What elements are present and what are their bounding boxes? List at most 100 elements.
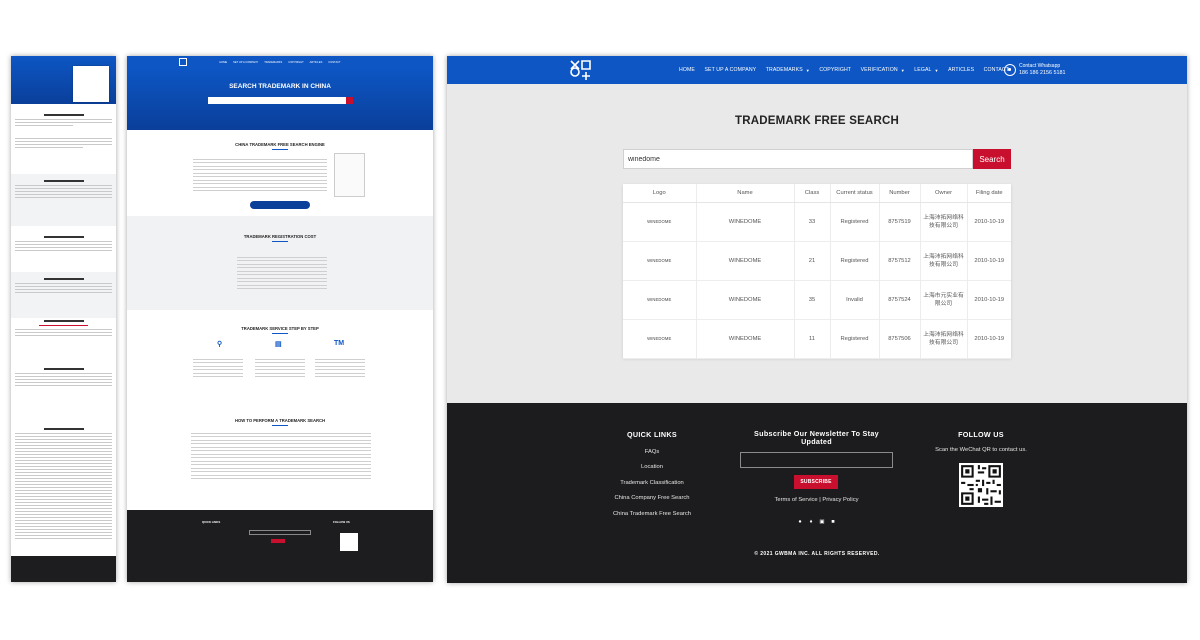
mid-nav-item[interactable]: SET UP A COMPANY [233, 61, 258, 64]
footer-link-location[interactable]: Location [582, 464, 722, 470]
mobile-section [15, 320, 112, 338]
table-row[interactable]: WINEDOME WINEDOME 11 Registered 8757506 … [623, 319, 1011, 359]
trademark-owner: 上海沛拓网络科技有限公司 [920, 319, 968, 359]
mid-section-title: TRADEMARK SERVICE STEP BY STEP [241, 326, 319, 331]
trademark-status: Registered [830, 319, 880, 359]
instagram-icon[interactable]: ▣ [819, 519, 825, 525]
chevron-down-icon: ▼ [805, 67, 810, 73]
mobile-footer [11, 556, 116, 582]
collage: HOME SET UP A COMPANY TRADEMARKS COPYRIG… [0, 0, 1200, 640]
trademark-date: 2010-10-19 [967, 280, 1011, 320]
mobile-section [15, 136, 112, 150]
nav-home[interactable]: HOME [679, 67, 695, 73]
copyright-text: © 2021 GWBMA INC. ALL RIGHTS RESERVED. [754, 551, 880, 557]
table-row[interactable]: WINEDOME WINEDOME 35 Invalid 8757524 上海市… [623, 280, 1011, 320]
twitter-icon[interactable]: ♦ [808, 519, 814, 525]
terms-link[interactable]: Terms of Service [774, 497, 817, 503]
trademark-logo: WINEDOME [623, 319, 697, 359]
trademark-owner: 上海沛拓网络科技有限公司 [920, 241, 968, 281]
search-input[interactable] [623, 149, 973, 169]
table-row[interactable]: WINEDOME WINEDOME 21 Registered 8757512 … [623, 241, 1011, 281]
mid-nav-item[interactable]: ARTICLES [310, 61, 323, 64]
nav-label: SET UP A COMPANY [704, 67, 757, 73]
nav-legal[interactable]: LEGAL ▼ [914, 67, 938, 73]
mobile-section [15, 428, 112, 541]
footer-link-company-search[interactable]: China Company Free Search [582, 495, 722, 501]
trademark-status: Invalid [830, 280, 880, 320]
mobile-section [15, 180, 112, 200]
mobile-section [15, 114, 112, 128]
mid-subscribe-button[interactable] [271, 539, 285, 543]
col-number: Number [879, 184, 921, 203]
link-separator: | [819, 497, 821, 503]
mid-search-bar[interactable] [207, 97, 353, 104]
mobile-section [15, 368, 112, 388]
col-filing-date: Filing date [967, 184, 1011, 203]
footer-link-trademark-classification[interactable]: Trademark Classification [582, 480, 722, 486]
mid-nav-item[interactable]: COPYRIGHT [288, 61, 303, 64]
nav-copyright[interactable]: COPYRIGHT [819, 67, 851, 73]
nav-label: VERIFICATION [860, 67, 898, 73]
footer-link-trademark-search[interactable]: China Trademark Free Search [582, 511, 722, 517]
col-owner: Owner [920, 184, 968, 203]
follow-us-heading: FOLLOW US [958, 430, 1004, 439]
whatsapp-contact[interactable]: Contact Whatsapp 186 186 2156 5181 [1004, 63, 1065, 76]
trademark-logo: WINEDOME [623, 280, 697, 320]
col-class: Class [794, 184, 831, 203]
mid-section-steps: TRADEMARK SERVICE STEP BY STEP ⚲ ▤ TM [127, 326, 433, 377]
mid-footer: QUICK LINKS FOLLOW US [127, 510, 433, 582]
magnifier-icon: ⚲ [217, 341, 223, 348]
wechat-qr-code-icon [959, 463, 1003, 507]
nav-verification[interactable]: VERIFICATION ▼ [861, 67, 905, 73]
linkedin-icon[interactable]: ■ [830, 519, 836, 525]
col-logo: Logo [623, 184, 697, 203]
document-icon: ▤ [275, 341, 282, 348]
trademark-logo: WINEDOME [623, 202, 697, 242]
col-status: Current status [830, 184, 880, 203]
nav-set-up-company[interactable]: SET UP A COMPANY [704, 67, 756, 73]
quick-links-heading: QUICK LINKS [626, 430, 678, 439]
trademark-search-page: HOME SET UP A COMPANY TRADEMARKS ▼ COPYRI… [447, 56, 1187, 583]
subscribe-button[interactable]: SUBSCRIBE [794, 475, 838, 489]
mobile-section [15, 236, 112, 253]
mid-footer-heading: FOLLOW US [333, 520, 350, 524]
trademark-name: WINEDOME [696, 319, 795, 359]
mid-nav-item[interactable]: CONTACT [328, 61, 340, 64]
mid-topbar: HOME SET UP A COMPANY TRADEMARKS COPYRIG… [127, 56, 433, 68]
trademark-date: 2010-10-19 [967, 241, 1011, 281]
mid-nav-item[interactable]: TRADEMARKS [264, 61, 282, 64]
chevron-down-icon: ▼ [900, 67, 905, 73]
facebook-icon[interactable]: ● [797, 519, 803, 525]
table-row[interactable]: WINEDOME WINEDOME 33 Registered 8757519 … [623, 202, 1011, 242]
newsletter-heading: Subscribe Our Newsletter To Stay Updated [754, 429, 879, 446]
trademark-name: WINEDOME [696, 241, 795, 281]
privacy-link[interactable]: Privacy Policy [822, 497, 858, 503]
trademark-number: 8757506 [879, 319, 921, 359]
nav-articles[interactable]: ARTICLES [948, 67, 974, 73]
mid-footer-heading: QUICK LINKS [202, 520, 221, 524]
col-name: Name [696, 184, 795, 203]
mid-nav-item[interactable]: HOME [219, 61, 227, 64]
qr-code-icon [340, 533, 358, 551]
mid-hero: SEARCH TRADEMARK IN CHINA [127, 68, 433, 130]
nav-label: COPYRIGHT [819, 67, 852, 73]
mobile-page-screenshot [11, 56, 116, 582]
brand-logo-icon[interactable] [570, 60, 591, 81]
mid-section-title: HOW TO PERFORM A TRADEMARK SEARCH [234, 418, 326, 423]
nav-label: TRADEMARKS [765, 67, 803, 73]
social-icons: ● ♦ ▣ ■ [797, 519, 836, 525]
results-table: Logo Name Class Current status Number Ow… [623, 184, 1011, 359]
brand-logo-icon [179, 58, 187, 66]
nav-trademarks[interactable]: TRADEMARKS ▼ [766, 67, 810, 73]
trademark-logo: WINEDOME [623, 241, 697, 281]
whatsapp-number: 186 186 2156 5181 [1019, 69, 1066, 76]
footer-link-faqs[interactable]: FAQs [582, 449, 722, 455]
search-button[interactable]: Search [973, 149, 1011, 169]
trademark-date: 2010-10-19 [967, 319, 1011, 359]
trademark-owner: 上海市元实业有限公司 [920, 280, 968, 320]
trademark-name: WINEDOME [696, 280, 795, 320]
mobile-section [15, 278, 112, 295]
newsletter-email-input[interactable] [740, 452, 893, 468]
nav-label: ARTICLES [948, 67, 975, 73]
mid-newsletter-input[interactable] [249, 530, 311, 535]
